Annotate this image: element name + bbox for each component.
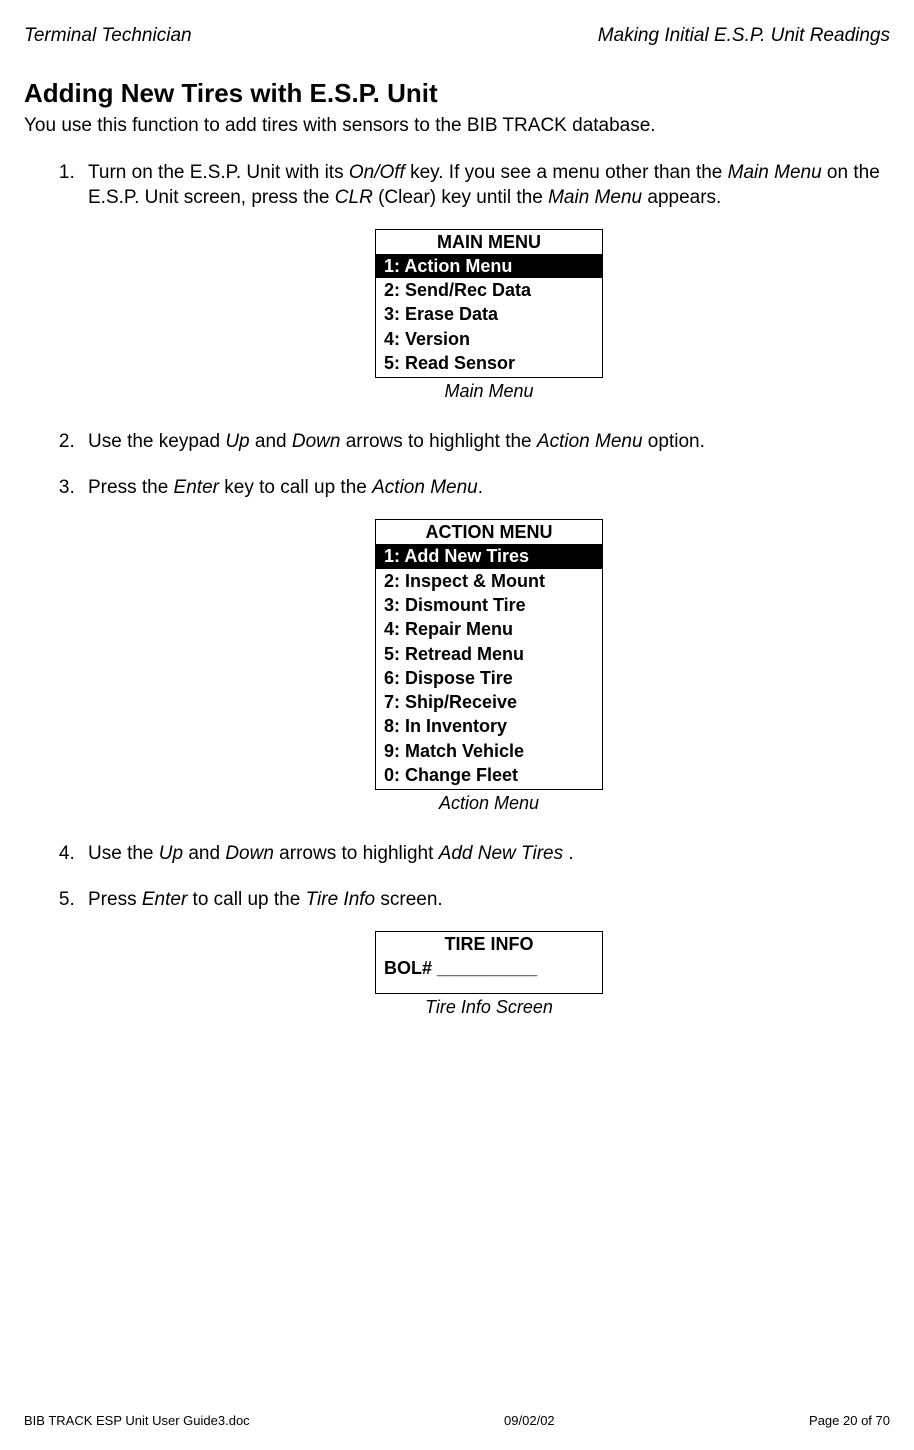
step1-i3: CLR (335, 187, 373, 208)
action-menu-item-9: 9: Match Vehicle (376, 739, 602, 763)
step5-mid1: to call up the (187, 889, 305, 910)
action-menu-item-4: 4: Repair Menu (376, 617, 602, 641)
step5-pre: Press (88, 889, 142, 910)
action-menu-item-1: 1: Add New Tires (376, 544, 602, 568)
step4-i3: Add New Tires (439, 843, 563, 864)
step4-pre: Use the (88, 843, 159, 864)
main-menu-box: MAIN MENU 1: Action Menu 2: Send/Rec Dat… (375, 229, 603, 379)
step4-mid1: and (183, 843, 225, 864)
header-left: Terminal Technician (24, 24, 192, 49)
action-menu-box: ACTION MENU 1: Add New Tires 2: Inspect … (375, 519, 603, 790)
step4-i2: Down (225, 843, 274, 864)
step1-mid3: (Clear) key until the (373, 187, 548, 208)
step3-i2: Action Menu (372, 477, 478, 498)
step2-mid1: and (250, 431, 292, 452)
step5-i1: Enter (142, 889, 187, 910)
step2-i1: Up (225, 431, 249, 452)
action-menu-item-0: 0: Change Fleet (376, 763, 602, 787)
step2-i3: Action Menu (537, 431, 643, 452)
step2-post: option. (643, 431, 705, 452)
main-menu-item-5: 5: Read Sensor (376, 351, 602, 375)
step4-post: . (563, 843, 574, 864)
tire-info-title: TIRE INFO (376, 932, 602, 956)
page-footer: BIB TRACK ESP Unit User Guide3.doc 09/02… (0, 1413, 914, 1430)
step5-i2: Tire Info (306, 889, 376, 910)
main-menu-title: MAIN MENU (376, 230, 602, 254)
action-menu-title: ACTION MENU (376, 520, 602, 544)
step-3: Press the Enter key to call up the Actio… (80, 476, 890, 815)
header-right: Making Initial E.S.P. Unit Readings (598, 24, 890, 49)
footer-right: Page 20 of 70 (809, 1413, 890, 1430)
step-1: Turn on the E.S.P. Unit with its On/Off … (80, 161, 890, 404)
main-menu-caption: Main Menu (88, 380, 890, 403)
step4-i1: Up (159, 843, 183, 864)
step1-i1: On/Off (349, 162, 405, 183)
main-menu-item-2: 2: Send/Rec Data (376, 278, 602, 302)
footer-center: 09/02/02 (504, 1413, 555, 1430)
action-menu-item-2: 2: Inspect & Mount (376, 569, 602, 593)
main-menu-item-1: 1: Action Menu (376, 254, 602, 278)
main-menu-item-3: 3: Erase Data (376, 302, 602, 326)
action-menu-caption: Action Menu (88, 792, 890, 815)
step-5: Press Enter to call up the Tire Info scr… (80, 888, 890, 1019)
action-menu-item-7: 7: Ship/Receive (376, 690, 602, 714)
step3-pre: Press the (88, 477, 174, 498)
step1-post: appears. (642, 187, 721, 208)
intro-text: You use this function to add tires with … (24, 114, 890, 139)
step4-mid2: arrows to highlight (274, 843, 439, 864)
step1-i4: Main Menu (548, 187, 642, 208)
step5-post: screen. (375, 889, 443, 910)
step-2: Use the keypad Up and Down arrows to hig… (80, 430, 890, 455)
step1-i2: Main Menu (728, 162, 822, 183)
action-menu-item-8: 8: In Inventory (376, 714, 602, 738)
steps-list: Turn on the E.S.P. Unit with its On/Off … (24, 161, 890, 1019)
step1-mid1: key. If you see a menu other than the (405, 162, 728, 183)
step2-mid2: arrows to highlight the (340, 431, 536, 452)
step3-mid1: key to call up the (219, 477, 372, 498)
tire-info-box: TIRE INFO BOL# __________ (375, 931, 603, 994)
page-header: Terminal Technician Making Initial E.S.P… (24, 24, 890, 49)
step3-i1: Enter (174, 477, 219, 498)
footer-left: BIB TRACK ESP Unit User Guide3.doc (24, 1413, 250, 1430)
tire-info-field: BOL# __________ (376, 956, 602, 980)
action-menu-item-5: 5: Retread Menu (376, 642, 602, 666)
step-4: Use the Up and Down arrows to highlight … (80, 842, 890, 867)
action-menu-item-3: 3: Dismount Tire (376, 593, 602, 617)
main-menu-item-4: 4: Version (376, 327, 602, 351)
tire-info-caption: Tire Info Screen (88, 996, 890, 1019)
step2-pre: Use the keypad (88, 431, 225, 452)
step1-text: Turn on the E.S.P. Unit with its (88, 162, 349, 183)
action-menu-item-6: 6: Dispose Tire (376, 666, 602, 690)
step2-i2: Down (292, 431, 341, 452)
step3-post: . (478, 477, 483, 498)
section-title: Adding New Tires with E.S.P. Unit (24, 77, 890, 111)
